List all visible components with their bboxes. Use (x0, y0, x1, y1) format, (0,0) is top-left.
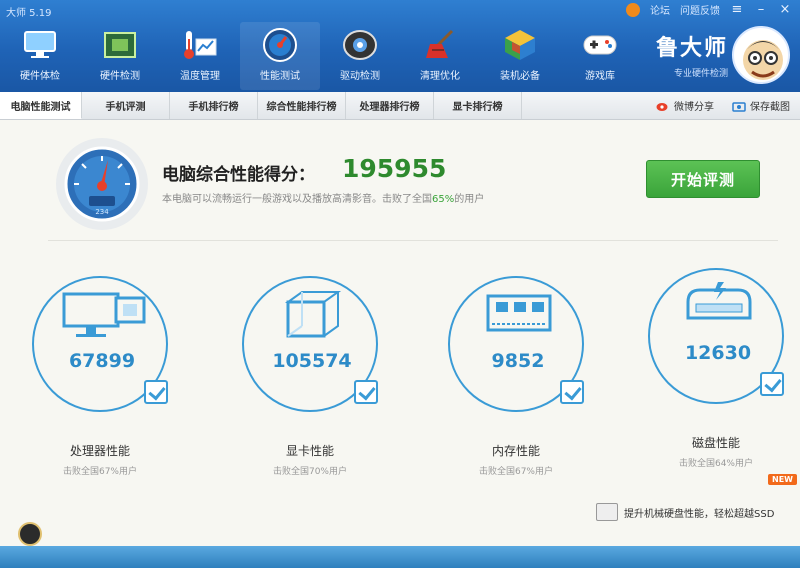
tab-strip: 电脑性能测试 手机评测 手机排行榜 综合性能排行榜 处理器排行榜 显卡排行榜 微… (0, 92, 800, 120)
gpu-cube-icon (284, 291, 342, 338)
tab-phone-review[interactable]: 手机评测 (82, 92, 170, 119)
gpu-label: 显卡性能 (285, 444, 334, 458)
nav-hardware-checkup[interactable]: 硬件体检 (0, 22, 80, 90)
tab-pc-performance[interactable]: 电脑性能测试 (0, 92, 82, 119)
nav-hardware-detect[interactable]: 硬件检测 (80, 22, 160, 90)
memory-check-icon (560, 380, 584, 404)
start-benchmark-button[interactable]: 开始评测 (646, 160, 760, 198)
forum-link[interactable]: 论坛 (650, 2, 670, 17)
window-title: 大师 5.19 (6, 8, 52, 19)
save-screenshot-button[interactable]: 保存截图 (732, 98, 790, 113)
memory-score: 9852 (491, 350, 545, 372)
chip-icon (100, 26, 140, 64)
header-bar: 大师 5.19 论坛 问题反馈 ≡ – × 硬件体检 硬件检测 温度管理 性能测… (0, 0, 800, 92)
ssd-tip-link[interactable]: 提升机械硬盘性能，轻松超越SSD (596, 500, 800, 524)
camera-icon (732, 101, 746, 112)
cpu-score: 67899 (68, 350, 136, 372)
gpu-score: 105574 (272, 350, 352, 372)
app-logo-icon (18, 522, 42, 546)
nav-performance-test[interactable]: 性能测试 (240, 22, 320, 90)
new-badge: NEW (768, 474, 797, 485)
broom-icon (420, 26, 460, 64)
disk-rank-text: 击败全国64%用户 (678, 459, 753, 469)
nav-temperature[interactable]: 温度管理 (160, 22, 240, 90)
score-value: 195955 (342, 154, 447, 183)
disk-label: 磁盘性能 (691, 436, 740, 450)
cpu-monitor-icon (62, 292, 146, 337)
memory-icon (486, 294, 552, 332)
thermometer-icon (180, 26, 220, 64)
gpu-rank-text: 击败全国70%用户 (272, 467, 347, 477)
score-description: 本电脑可以流畅运行一般游戏以及播放高清影音。击败了全国65%的用户 (162, 194, 485, 205)
disk-score: 12630 (684, 342, 752, 364)
nav-must-have[interactable]: 装机必备 (480, 22, 560, 90)
feedback-link[interactable]: 问题反馈 (680, 2, 720, 17)
weibo-icon (656, 102, 668, 111)
gpu-check-icon (354, 380, 378, 404)
tab-gpu-ranking[interactable]: 显卡排行榜 (434, 92, 522, 119)
brand-slogan: 专业硬件检测 (673, 69, 728, 79)
taskbar (0, 546, 800, 568)
speedometer-icon (260, 26, 300, 64)
score-section: 234 电脑综合性能得分： 195955 本电脑可以流畅运行一般游戏以及播放高清… (0, 120, 800, 238)
disk-icon (686, 282, 752, 320)
tab-cpu-ranking[interactable]: 处理器排行榜 (346, 92, 434, 119)
driver-icon (340, 26, 380, 64)
memory-label: 内存性能 (491, 444, 540, 458)
tab-overall-ranking[interactable]: 综合性能排行榜 (258, 92, 346, 119)
brand: 鲁大师 专业硬件检测 (656, 30, 728, 79)
nav-driver-detect[interactable]: 驱动检测 (320, 22, 400, 90)
window-controls: 论坛 问题反馈 ≡ – × (626, 2, 792, 17)
memory-rank-text: 击败全国67%用户 (478, 467, 553, 477)
nav-clean-optimize[interactable]: 清理优化 (400, 22, 480, 90)
gpu-card[interactable]: 105574 显卡性能 击败全国70%用户 (242, 276, 392, 506)
cpu-rank-text: 击败全国67%用户 (62, 467, 137, 477)
memory-card[interactable]: 9852 内存性能 击败全国67%用户 (448, 276, 598, 506)
cpu-card[interactable]: 67899 处理器性能 击败全国67%用户 (32, 276, 182, 506)
disk-card[interactable]: 12630 磁盘性能 击败全国64%用户 (648, 268, 798, 498)
main-nav: 硬件体检 硬件检测 温度管理 性能测试 驱动检测 清理优化 装机必备 游戏库 (0, 22, 640, 90)
divider (48, 240, 778, 241)
cpu-check-icon (144, 380, 168, 404)
cpu-label: 处理器性能 (69, 444, 130, 458)
gamepad-icon (580, 26, 620, 64)
nav-game-library[interactable]: 游戏库 (560, 22, 640, 90)
score-title: 电脑综合性能得分： (162, 165, 315, 185)
performance-panel: 234 电脑综合性能得分： 195955 本电脑可以流畅运行一般游戏以及播放高清… (0, 120, 800, 546)
avatar[interactable] (732, 26, 790, 84)
gauge-readout: 234 (95, 208, 109, 216)
menu-icon[interactable]: ≡ (730, 2, 744, 17)
monitor-icon (20, 26, 60, 64)
score-gauge: 234 (56, 138, 148, 230)
tab-actions: 微博分享 保存截图 (656, 92, 800, 119)
minimize-icon[interactable]: – (754, 2, 768, 17)
cube-icon (500, 26, 540, 64)
tab-phone-ranking[interactable]: 手机排行榜 (170, 92, 258, 119)
disk-check-icon (760, 372, 784, 396)
weibo-share-button[interactable]: 微博分享 (656, 98, 714, 113)
brand-name: 鲁大师 (655, 36, 728, 61)
hard-drive-icon (596, 503, 618, 521)
notification-icon[interactable] (626, 2, 640, 17)
close-icon[interactable]: × (778, 2, 792, 17)
